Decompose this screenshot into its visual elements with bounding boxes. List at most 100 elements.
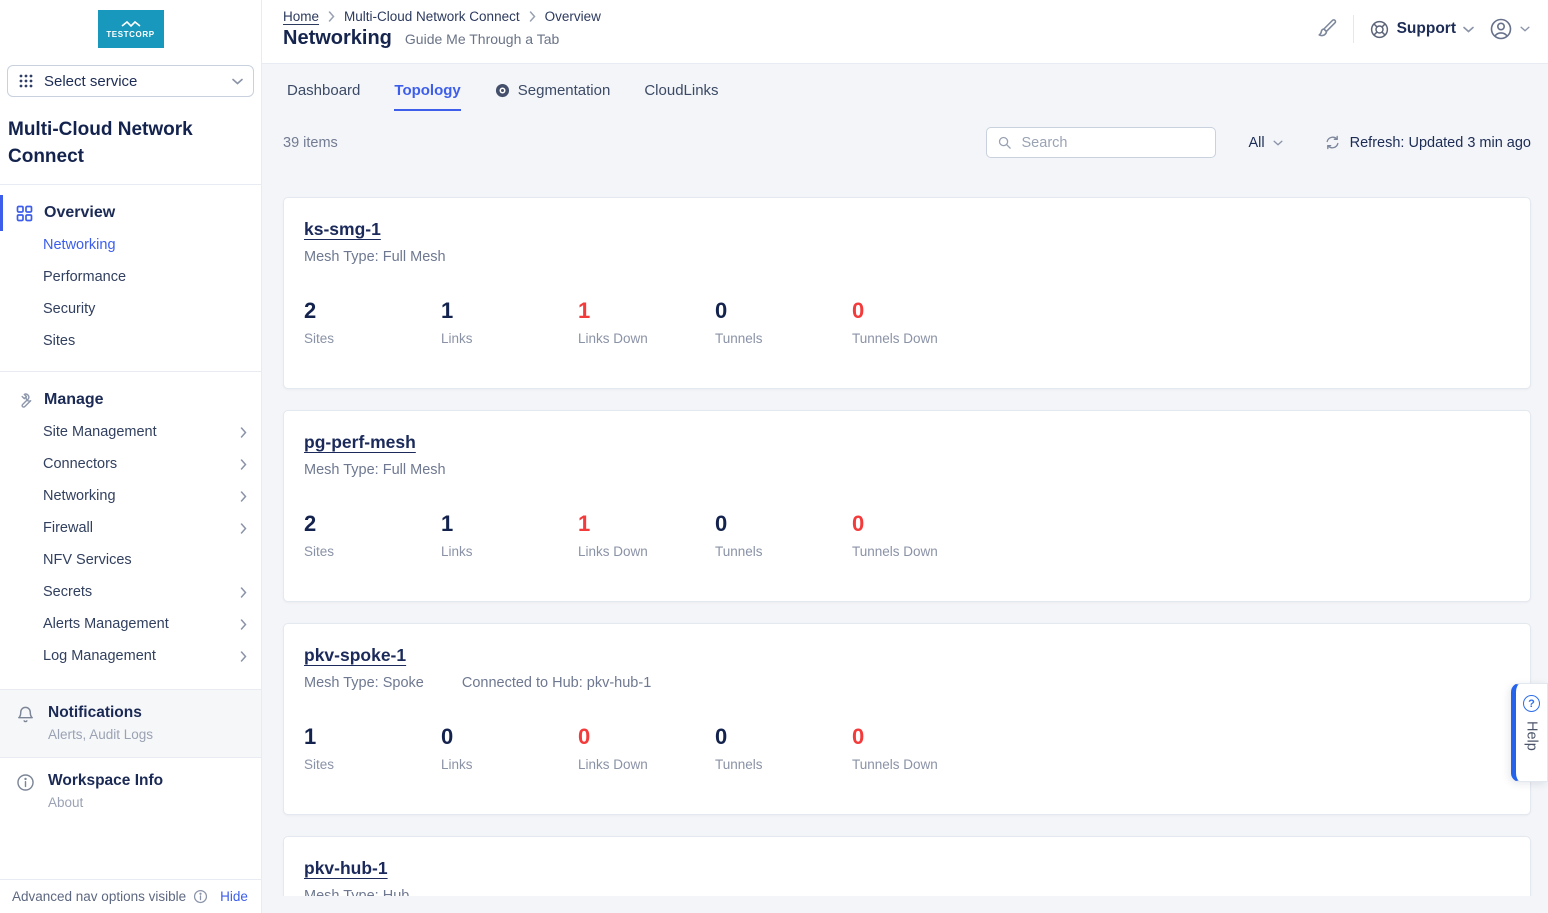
sidebar-item-secrets[interactable]: Secrets bbox=[0, 576, 261, 608]
sidebar-item-site-management[interactable]: Site Management bbox=[0, 416, 261, 448]
wrench-icon bbox=[16, 392, 33, 409]
chevron-right-icon bbox=[240, 523, 247, 534]
card-meta: Mesh Type: Full Mesh bbox=[304, 462, 1510, 478]
chevron-down-icon bbox=[232, 78, 243, 85]
card-title-link[interactable]: pkv-spoke-1 bbox=[304, 645, 406, 666]
sidebar-workspace-info-block[interactable]: Workspace Info About bbox=[0, 757, 261, 825]
chevron-down-icon bbox=[1273, 140, 1283, 146]
info-icon bbox=[193, 889, 208, 904]
segmentation-target-icon bbox=[495, 83, 510, 98]
card-title-link[interactable]: pkv-hub-1 bbox=[304, 858, 388, 879]
tab-topology[interactable]: Topology bbox=[394, 82, 460, 111]
chevron-right-icon bbox=[240, 587, 247, 598]
nav-header-overview[interactable]: Overview bbox=[0, 197, 261, 229]
sidebar-item-sites[interactable]: Sites bbox=[0, 325, 261, 357]
card-title-link[interactable]: pg-perf-mesh bbox=[304, 432, 416, 453]
bell-icon bbox=[16, 705, 35, 724]
tab-bar: Dashboard Topology Segmentation CloudLin… bbox=[262, 64, 1548, 111]
chevron-down-icon bbox=[1463, 26, 1474, 33]
tab-cloudlinks[interactable]: CloudLinks bbox=[644, 82, 718, 111]
main-area: Home Multi-Cloud Network Connect Overvie… bbox=[262, 0, 1548, 913]
sidebar-item-security[interactable]: Security bbox=[0, 293, 261, 325]
sidebar-item-alerts-management[interactable]: Alerts Management bbox=[0, 608, 261, 640]
advanced-nav-label: Advanced nav options visible bbox=[12, 889, 186, 904]
nav-group-title: Manage bbox=[44, 391, 104, 409]
card-stats: 2 Sites 1 Links 1 Links Down 0 Tunnels bbox=[304, 511, 1510, 559]
info-icon bbox=[16, 773, 35, 792]
notifications-subtitle: Alerts, Audit Logs bbox=[48, 727, 153, 742]
mesh-type: Mesh Type: Full Mesh bbox=[304, 462, 446, 478]
chevron-right-icon bbox=[240, 427, 247, 438]
bottom-edge-strip bbox=[262, 896, 1548, 913]
refresh-icon bbox=[1324, 134, 1341, 151]
select-service-dropdown[interactable]: Select service bbox=[7, 65, 254, 97]
search-input[interactable] bbox=[1020, 134, 1205, 152]
topology-card: pkv-spoke-1 Mesh Type: Spoke Connected t… bbox=[283, 623, 1531, 815]
card-title-link[interactable]: ks-smg-1 bbox=[304, 219, 381, 240]
stat-links-down: 1 Links Down bbox=[578, 298, 715, 346]
dashboard-grid-icon bbox=[16, 205, 33, 222]
workspace-info-title: Workspace Info bbox=[48, 772, 163, 790]
sidebar-notifications-block[interactable]: Notifications Alerts, Audit Logs bbox=[0, 689, 261, 757]
sidebar-item-networking[interactable]: Networking bbox=[0, 229, 261, 261]
sidebar-item-connectors[interactable]: Connectors bbox=[0, 448, 261, 480]
breadcrumb-overview[interactable]: Overview bbox=[545, 9, 601, 24]
sidebar-item-networking-manage[interactable]: Networking bbox=[0, 480, 261, 512]
tab-segmentation[interactable]: Segmentation bbox=[495, 82, 611, 111]
brand-logo: TESTCORP bbox=[0, 10, 261, 48]
help-tab[interactable]: ? Help bbox=[1511, 683, 1548, 782]
user-menu[interactable] bbox=[1489, 17, 1530, 41]
support-label: Support bbox=[1397, 20, 1456, 38]
workspace-info-subtitle: About bbox=[48, 795, 163, 810]
chevron-right-icon bbox=[240, 459, 247, 470]
sidebar-item-performance[interactable]: Performance bbox=[0, 261, 261, 293]
paintbrush-icon[interactable] bbox=[1316, 18, 1338, 40]
card-meta: Mesh Type: Full Mesh bbox=[304, 249, 1510, 265]
sidebar-item-firewall[interactable]: Firewall bbox=[0, 512, 261, 544]
chevron-right-icon bbox=[240, 619, 247, 630]
mesh-type: Mesh Type: Full Mesh bbox=[304, 249, 446, 265]
lifebuoy-icon bbox=[1369, 19, 1390, 40]
breadcrumb-separator-icon bbox=[529, 11, 536, 22]
sidebar-item-nfv-services[interactable]: NFV Services bbox=[0, 544, 261, 576]
stat-links-down: 1 Links Down bbox=[578, 511, 715, 559]
connected-hub: Connected to Hub: pkv-hub-1 bbox=[462, 675, 651, 691]
logo-wings-icon bbox=[120, 20, 142, 28]
list-toolbar: 39 items All Refresh: Updated 3 min ago bbox=[283, 127, 1531, 158]
support-menu[interactable]: Support bbox=[1369, 19, 1474, 40]
search-box[interactable] bbox=[986, 127, 1216, 158]
filter-label: All bbox=[1249, 135, 1265, 151]
refresh-button[interactable]: Refresh: Updated 3 min ago bbox=[1324, 134, 1531, 151]
nav-group-overview: Overview Networking Performance Security… bbox=[0, 185, 261, 357]
nav-header-manage[interactable]: Manage bbox=[0, 384, 261, 416]
sidebar: TESTCORP Select service Multi-Cloud Netw… bbox=[0, 0, 262, 913]
user-avatar-icon bbox=[1489, 17, 1513, 41]
stat-sites: 1 Sites bbox=[304, 724, 441, 772]
help-question-icon: ? bbox=[1523, 695, 1540, 712]
guide-me-link[interactable]: Guide Me Through a Tab bbox=[405, 31, 559, 47]
topology-card-list: ks-smg-1 Mesh Type: Full Mesh 2 Sites 1 … bbox=[283, 197, 1531, 913]
stat-sites: 2 Sites bbox=[304, 511, 441, 559]
stat-links-down: 0 Links Down bbox=[578, 724, 715, 772]
card-stats: 1 Sites 0 Links 0 Links Down 0 Tunnels bbox=[304, 724, 1510, 772]
topology-card: ks-smg-1 Mesh Type: Full Mesh 2 Sites 1 … bbox=[283, 197, 1531, 389]
items-count: 39 items bbox=[283, 135, 338, 151]
page-title: Networking bbox=[283, 27, 392, 50]
grid-dots-icon bbox=[18, 73, 34, 89]
testcorp-logo: TESTCORP bbox=[98, 10, 164, 48]
tab-dashboard[interactable]: Dashboard bbox=[287, 82, 360, 111]
stat-tunnels: 0 Tunnels bbox=[715, 724, 852, 772]
chevron-right-icon bbox=[240, 651, 247, 662]
header-divider bbox=[1353, 15, 1354, 43]
topology-card: pg-perf-mesh Mesh Type: Full Mesh 2 Site… bbox=[283, 410, 1531, 602]
sidebar-item-log-management[interactable]: Log Management bbox=[0, 640, 261, 672]
stat-links: 1 Links bbox=[441, 511, 578, 559]
stat-tunnels-down: 0 Tunnels Down bbox=[852, 298, 989, 346]
hide-advanced-nav-link[interactable]: Hide bbox=[220, 889, 248, 904]
notifications-title: Notifications bbox=[48, 704, 153, 722]
filter-dropdown[interactable]: All bbox=[1249, 135, 1283, 151]
select-service-label: Select service bbox=[44, 73, 222, 90]
breadcrumb-product[interactable]: Multi-Cloud Network Connect bbox=[344, 9, 520, 24]
page-header: Home Multi-Cloud Network Connect Overvie… bbox=[262, 0, 1548, 64]
breadcrumb-home[interactable]: Home bbox=[283, 9, 319, 24]
